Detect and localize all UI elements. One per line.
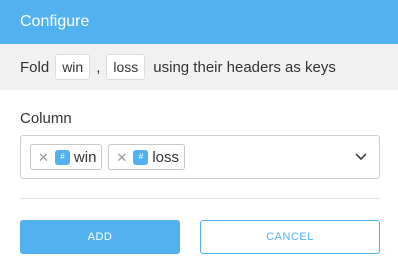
column-field-label: Column bbox=[20, 110, 72, 127]
dialog-title: Configure bbox=[20, 13, 90, 30]
remove-icon[interactable]: ✕ bbox=[38, 151, 49, 164]
summary-prefix: Fold bbox=[20, 58, 50, 76]
summary-column-chip: win bbox=[55, 54, 91, 80]
column-multiselect[interactable]: ✕ # win ✕ # loss bbox=[20, 135, 380, 179]
number-type-icon: # bbox=[54, 149, 70, 165]
dialog-header: Configure bbox=[0, 0, 398, 44]
divider bbox=[20, 198, 380, 199]
summary-suffix: using their headers as keys bbox=[153, 58, 336, 76]
selected-column-label: loss bbox=[152, 148, 180, 166]
cancel-button[interactable]: CANCEL bbox=[200, 220, 380, 254]
number-type-icon: # bbox=[133, 149, 149, 165]
selected-column-label: win bbox=[73, 148, 97, 166]
fold-summary: Fold win , loss using their headers as k… bbox=[0, 44, 398, 90]
add-button[interactable]: ADD bbox=[20, 220, 180, 254]
selected-column-tag: ✕ # loss bbox=[108, 144, 186, 170]
summary-separator: , bbox=[96, 58, 101, 76]
summary-column-chip: loss bbox=[106, 54, 146, 80]
selected-column-tag: ✕ # win bbox=[30, 144, 103, 170]
chevron-down-icon[interactable] bbox=[355, 151, 367, 163]
remove-icon[interactable]: ✕ bbox=[116, 151, 127, 164]
